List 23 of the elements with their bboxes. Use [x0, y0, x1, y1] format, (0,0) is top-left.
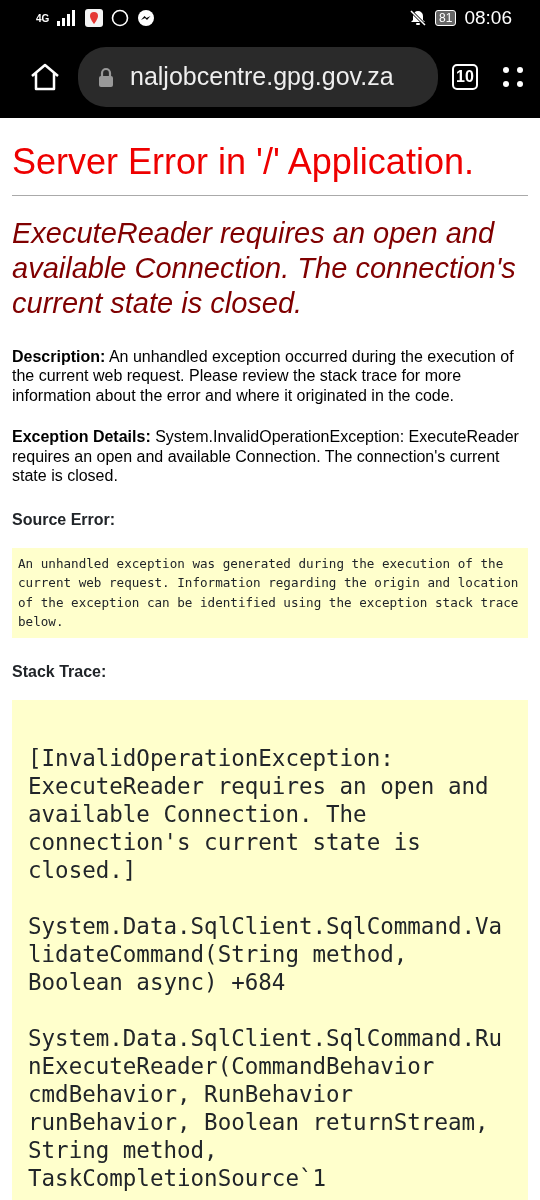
section-label: Source Error: [12, 509, 117, 530]
source-error-text: An unhandled exception was generated during the execution of the current web request. Information regarding the origin and location of the exception can be identified using the exception stack trace below. [12, 547, 528, 638]
tab-count[interactable]: 10 [452, 64, 478, 90]
map-pin-icon [85, 9, 104, 27]
page-title: Server Error in '/' Application. [12, 140, 475, 184]
clock-time: 08:06 [464, 5, 512, 30]
muted-bell-icon [409, 9, 428, 27]
battery-indicator: 81 [435, 10, 457, 26]
stack-trace-line: [InvalidOperationException: ExecuteReader requires an open and available Connection. The connection's current state is closed.] [28, 743, 490, 884]
network-label: 4G [36, 11, 50, 26]
stack-trace-line: System.Data.SqlClient.SqlCommand.ValidateCommand(String method, Boolean async) +684 [28, 911, 504, 996]
lock-icon [98, 67, 114, 87]
home-icon[interactable] [30, 63, 60, 91]
url-text: naljobcentre.gpg.gov.za [130, 61, 394, 93]
stack-trace-line: System.Data.SqlClient.SqlCommand.RunExecuteReader(CommandBehavior cmdBehavior, RunBehavior runBehavior, Boolean returnStream, String method, TaskCompletionSource`1 [28, 1023, 504, 1192]
error-heading: ExecuteReader requires an open and available Connection. The connection's current state is closed. [12, 216, 517, 321]
signal-icon [57, 10, 78, 26]
error-paragraph: Exception Details: System.InvalidOperationException: ExecuteReader requires an open and available Connection. The connection's current state is closed. [12, 427, 520, 486]
error-paragraph: Description: An unhandled exception occurred during the execution of the current web request. Please review the stack trace for more information about the error and where it originated in the code. [12, 346, 515, 406]
menu-icon[interactable] [502, 66, 524, 88]
section-label: Stack Trace: [12, 661, 108, 682]
address-bar[interactable]: naljobcentre.gpg.gov.za [78, 47, 438, 107]
messenger-icon [137, 9, 156, 27]
